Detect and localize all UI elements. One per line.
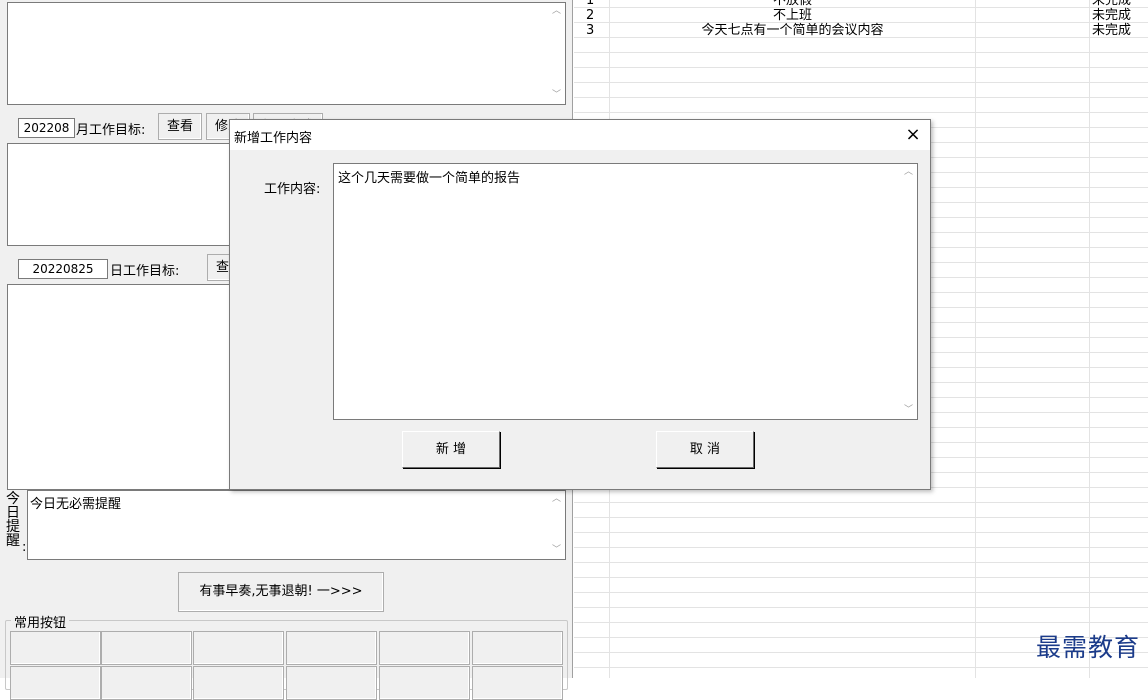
watermark-logo: 最需教育 bbox=[1035, 633, 1140, 662]
work-content-textarea[interactable]: 这个几天需要做一个简单的报告 ︿ ﹀ bbox=[333, 163, 918, 420]
grid-cell-status[interactable]: 未完成 bbox=[1092, 9, 1131, 23]
reminder-colon: : bbox=[22, 540, 27, 555]
dialog-titlebar[interactable]: 新增工作内容 × bbox=[230, 120, 930, 150]
month-goal-label: 月工作目标: bbox=[76, 123, 146, 138]
scroll-up-icon[interactable]: ︿ bbox=[548, 3, 565, 20]
scroll-down-icon[interactable]: ﹀ bbox=[900, 402, 917, 419]
common-button[interactable] bbox=[193, 666, 284, 700]
reminder-label: 今 日 提 醒 bbox=[6, 492, 22, 548]
month-input[interactable]: 202208 bbox=[18, 118, 75, 138]
common-button[interactable] bbox=[101, 631, 192, 665]
work-content-label: 工作内容: bbox=[264, 182, 321, 197]
dialog-title: 新增工作内容 bbox=[234, 131, 313, 146]
scroll-down-icon[interactable]: ﹀ bbox=[548, 542, 565, 559]
vertical-scrollbar[interactable]: ︿ ﹀ bbox=[548, 491, 565, 559]
day-input[interactable]: 20220825 bbox=[18, 259, 108, 279]
common-button[interactable] bbox=[286, 631, 377, 665]
month-view-button[interactable]: 查看 bbox=[158, 113, 202, 140]
reminder-label-char: 今 bbox=[6, 491, 20, 507]
reminder-label-char: 提 bbox=[6, 519, 20, 535]
scroll-up-icon[interactable]: ︿ bbox=[548, 491, 565, 508]
scroll-up-icon[interactable]: ︿ bbox=[900, 164, 917, 181]
common-button[interactable] bbox=[193, 631, 284, 665]
vertical-scrollbar[interactable]: ︿ ﹀ bbox=[900, 164, 917, 419]
close-icon[interactable]: × bbox=[898, 120, 928, 150]
work-content-text: 这个几天需要做一个简单的报告 bbox=[338, 171, 521, 186]
grid-cell-no[interactable]: 2 bbox=[586, 9, 594, 23]
grid-cell-content[interactable]: 不上班 bbox=[610, 9, 975, 23]
vertical-scrollbar[interactable]: ︿ ﹀ bbox=[548, 3, 565, 104]
reminder-label-char: 醒 bbox=[6, 533, 20, 549]
common-button[interactable] bbox=[10, 666, 101, 700]
common-button[interactable] bbox=[10, 631, 101, 665]
grid-cell-content[interactable]: 不放假 bbox=[610, 0, 975, 8]
day-goal-label: 日工作目标: bbox=[110, 264, 180, 279]
common-button[interactable] bbox=[286, 666, 377, 700]
week-goal-textarea[interactable]: ︿ ﹀ bbox=[7, 2, 566, 105]
reminder-text: 今日无必需提醒 bbox=[30, 497, 122, 512]
cancel-button[interactable]: 取 消 bbox=[656, 431, 754, 468]
scroll-down-icon[interactable]: ﹀ bbox=[548, 87, 565, 104]
common-button[interactable] bbox=[379, 666, 470, 700]
add-button[interactable]: 新 增 bbox=[402, 431, 500, 468]
reminder-label-char: 日 bbox=[6, 505, 20, 521]
common-button[interactable] bbox=[472, 666, 563, 700]
common-buttons-legend: 常用按钮 bbox=[11, 612, 70, 631]
grid-cell-no[interactable]: 3 bbox=[586, 24, 594, 38]
grid-cell-content[interactable]: 今天七点有一个简单的会议内容 bbox=[610, 24, 975, 38]
grid-cell-no[interactable]: 1 bbox=[586, 0, 594, 8]
common-button[interactable] bbox=[379, 631, 470, 665]
go-button[interactable]: 有事早奏,无事退朝! 一>>> bbox=[178, 572, 384, 612]
grid-cell-status[interactable]: 未完成 bbox=[1092, 0, 1131, 8]
add-work-dialog: 新增工作内容 × 工作内容: 这个几天需要做一个简单的报告 ︿ ﹀ 新 增 取 … bbox=[229, 119, 931, 490]
reminder-textarea[interactable]: 今日无必需提醒 ︿ ﹀ bbox=[27, 490, 566, 560]
grid-cell-status[interactable]: 未完成 bbox=[1092, 24, 1131, 38]
common-button[interactable] bbox=[101, 666, 192, 700]
common-button[interactable] bbox=[472, 631, 563, 665]
